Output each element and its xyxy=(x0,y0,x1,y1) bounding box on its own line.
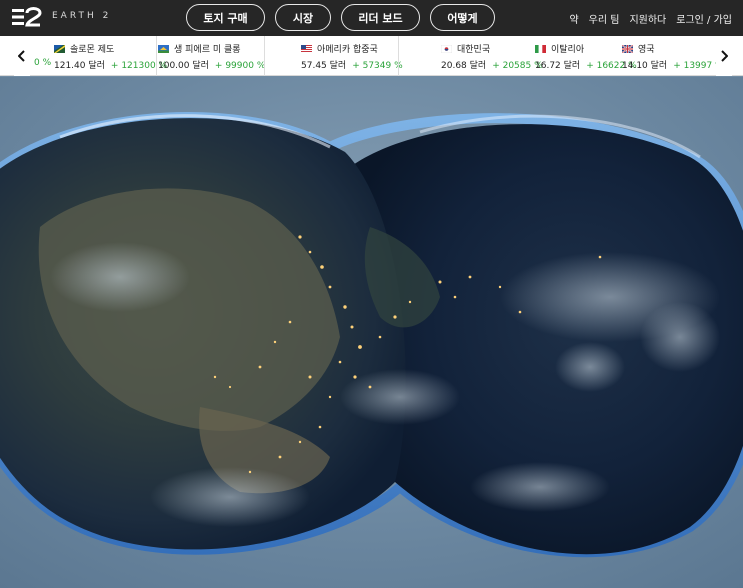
ticker-item[interactable]: 생 피에르 미 클롱 100.00 달러 + 99900 % xyxy=(158,36,265,76)
brand-name[interactable]: EARTH 2 xyxy=(52,11,111,21)
ticker-item[interactable]: 솔로몬 제도 121.40 달러 + 121300 % xyxy=(54,36,167,76)
uk-flag xyxy=(622,44,633,53)
login-signup-link[interactable]: 로그인 / 가입 xyxy=(676,11,732,26)
support-link[interactable]: 지원하다 xyxy=(629,11,666,26)
earth2-logo-icon[interactable] xyxy=(12,6,42,28)
team-link[interactable]: 우리 팀 xyxy=(589,11,620,26)
ticker-item[interactable]: 영국 14.10 달러 + 13997 % xyxy=(622,36,724,76)
chevron-right-icon xyxy=(721,50,728,62)
top-navigation-bar: EARTH 2 토지 구매 시장 리더 보드 어떻게 약 우리 팀 지원하다 로… xyxy=(0,0,743,36)
ticker-next-button[interactable] xyxy=(716,36,732,76)
ticker-item[interactable]: 이탈리아 16.72 달러 + 16622 % xyxy=(535,36,637,76)
chevron-left-icon xyxy=(18,50,25,62)
buy-land-button[interactable]: 토지 구매 xyxy=(186,4,265,31)
ticker-item[interactable]: 대한민국 20.68 달러 + 20585 % xyxy=(441,36,543,76)
ticker-partial-change: 0 % xyxy=(34,58,52,68)
hero-earth-image xyxy=(0,77,743,588)
earth2-globe-illustration xyxy=(0,77,743,588)
market-button[interactable]: 시장 xyxy=(275,4,331,31)
header-links: 약 우리 팀 지원하다 로그인 / 가입 xyxy=(569,11,732,26)
italy-flag xyxy=(535,44,546,53)
country-price-ticker: 0 % 솔로몬 제도 121.40 달러 + 121300 % 생 피에르 미 클… xyxy=(0,36,743,76)
ticker-prev-button[interactable] xyxy=(14,36,30,76)
saint-pierre-miquelon-flag xyxy=(158,44,169,53)
about-link[interactable]: 약 xyxy=(569,11,578,26)
usa-flag xyxy=(301,44,312,53)
how-button[interactable]: 어떻게 xyxy=(430,4,495,31)
solomon-islands-flag xyxy=(54,44,65,53)
leaderboard-button[interactable]: 리더 보드 xyxy=(341,4,420,31)
south-korea-flag xyxy=(441,44,452,53)
main-nav: 토지 구매 시장 리더 보드 어떻게 xyxy=(186,4,495,31)
ticker-item[interactable]: 아메리카 합중국 57.45 달러 + 57349 % xyxy=(301,36,403,76)
